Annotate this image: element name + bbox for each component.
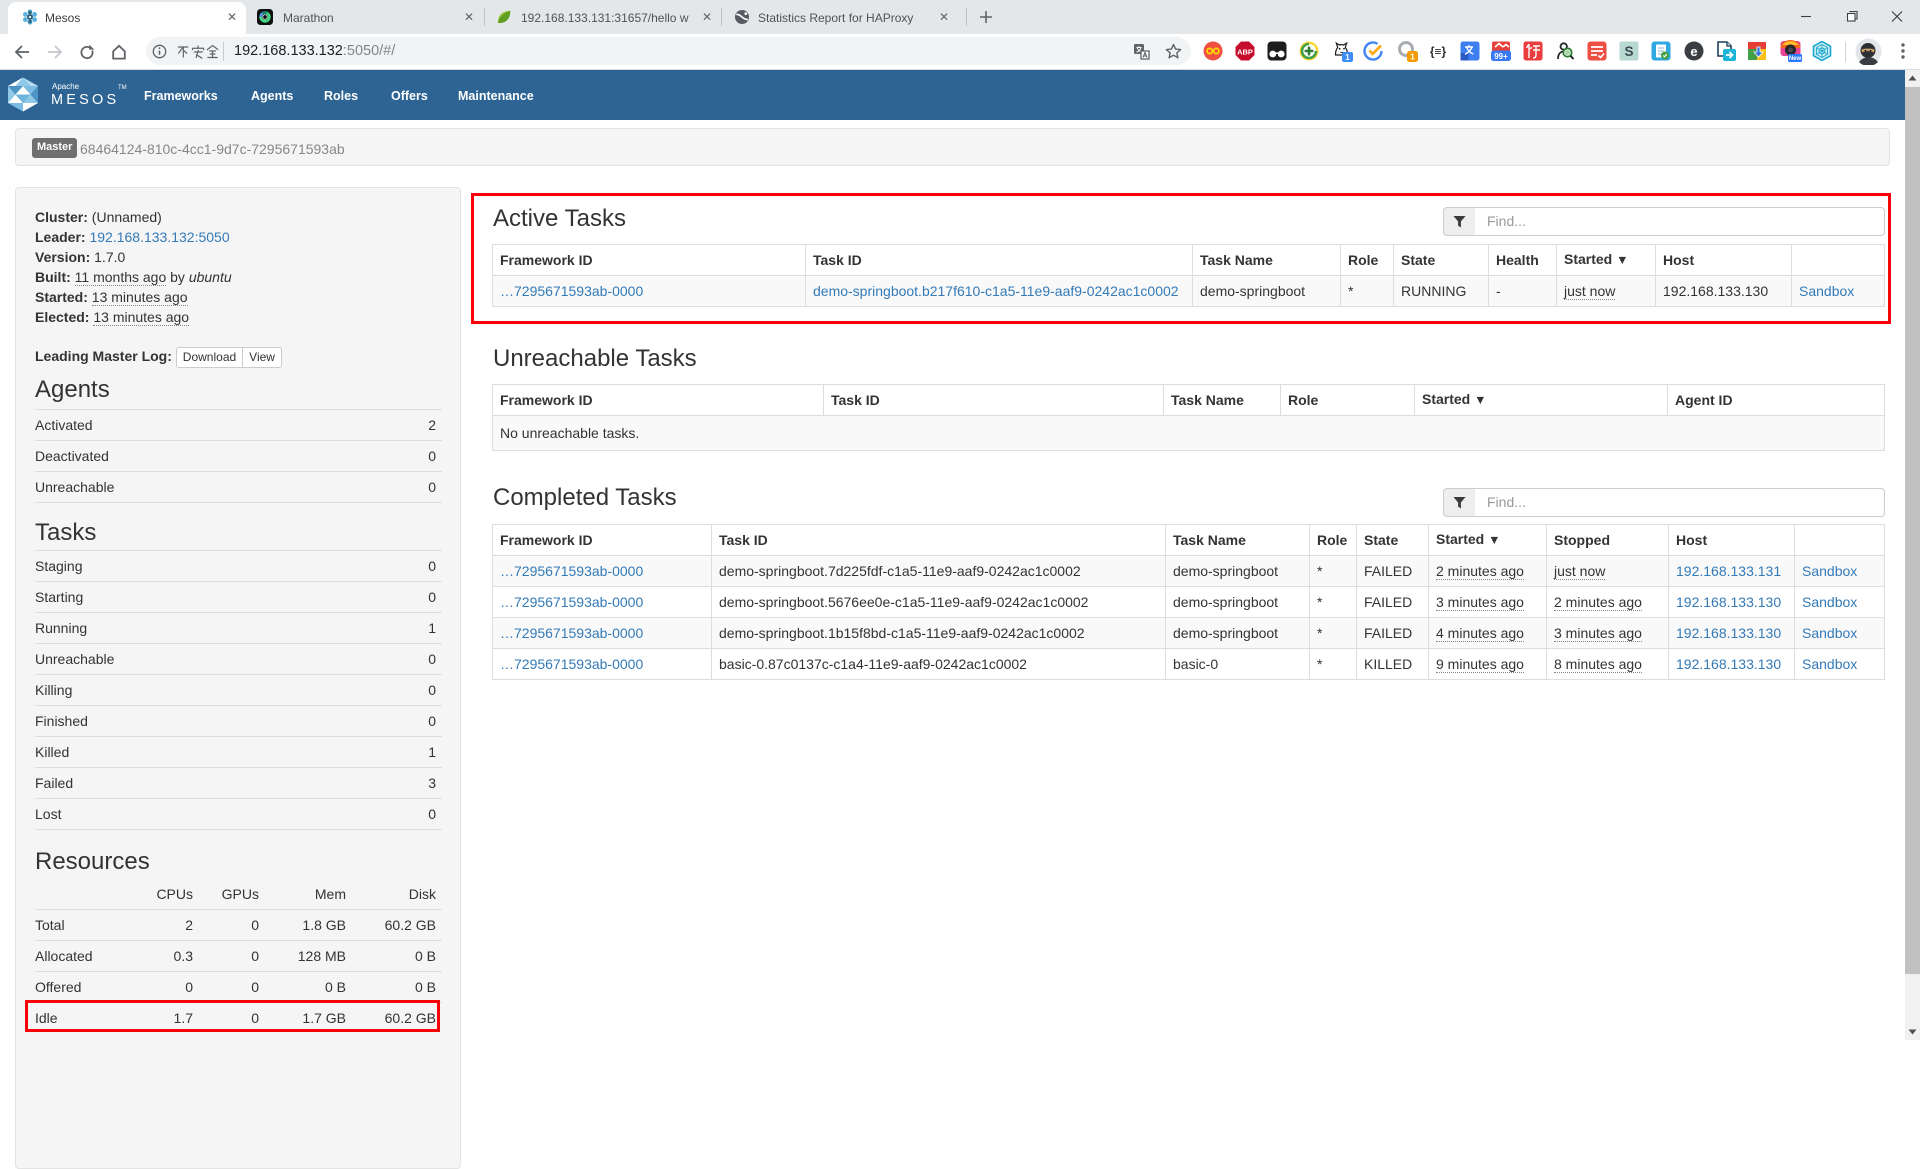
svg-text:1: 1 [1345,53,1350,62]
svg-text:99+: 99+ [1494,52,1508,61]
svg-text:S: S [1624,44,1633,59]
svg-text:New: New [1789,56,1802,62]
svg-text:e: e [1690,44,1697,59]
svg-text:1: 1 [1410,52,1415,62]
svg-text:{≡}: {≡} [1430,45,1447,59]
svg-text:ABP: ABP [1237,48,1253,57]
